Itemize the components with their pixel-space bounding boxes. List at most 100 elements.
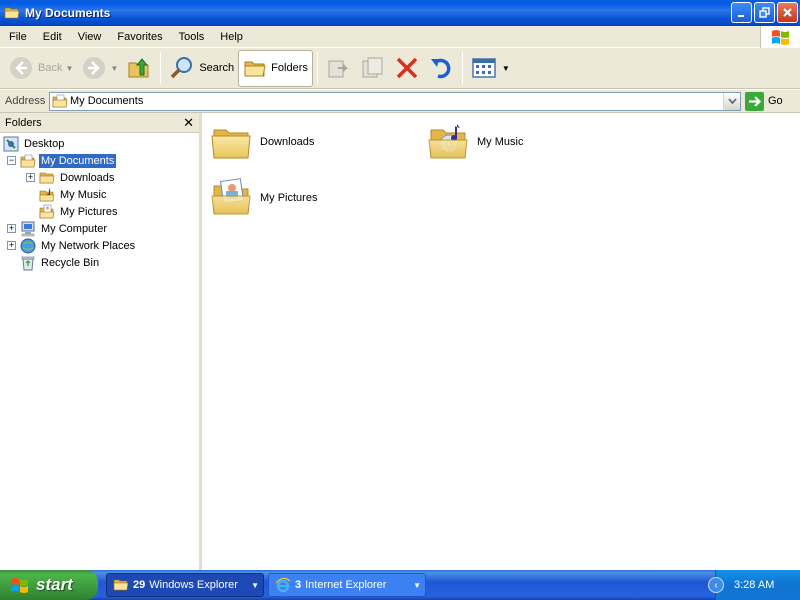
task-count: 3 bbox=[295, 579, 302, 591]
tree-item-recycle-bin[interactable]: Recycle Bin bbox=[20, 254, 101, 271]
windows-logo bbox=[760, 26, 800, 48]
minimize-icon bbox=[738, 15, 744, 17]
address-label: Address bbox=[5, 95, 46, 107]
taskbar-button-windows-explorer[interactable]: 29 Windows Explorer ▼ bbox=[106, 573, 264, 597]
tree-item-my-music[interactable]: My Music bbox=[39, 186, 108, 203]
back-dropdown-icon[interactable]: ▼ bbox=[65, 64, 73, 73]
views-icon bbox=[472, 58, 496, 78]
clock[interactable]: 3:28 AM bbox=[734, 579, 774, 591]
menu-edit[interactable]: Edit bbox=[35, 26, 70, 48]
forward-arrow-icon bbox=[83, 57, 106, 79]
move-to-button[interactable] bbox=[322, 50, 356, 86]
menu-help[interactable]: Help bbox=[212, 26, 251, 48]
expand-icon[interactable]: + bbox=[7, 224, 16, 233]
folders-pane-title: Folders bbox=[5, 116, 42, 129]
go-button[interactable]: Go bbox=[745, 91, 783, 111]
menu-tools[interactable]: Tools bbox=[171, 26, 213, 48]
address-dropdown-button[interactable] bbox=[723, 92, 740, 110]
tree-item-my-computer[interactable]: + My Computer bbox=[7, 220, 109, 237]
close-pane-icon[interactable]: ✕ bbox=[183, 115, 194, 131]
tree-item-downloads[interactable]: + Downloads bbox=[26, 169, 116, 186]
up-folder-icon bbox=[128, 58, 149, 78]
minimize-button[interactable] bbox=[731, 2, 752, 23]
move-to-icon bbox=[328, 60, 349, 78]
windows-flag-icon bbox=[771, 30, 789, 45]
folders-button[interactable]: Folders bbox=[238, 49, 313, 87]
folder-icon bbox=[4, 7, 20, 19]
menu-view[interactable]: View bbox=[70, 26, 110, 48]
search-label: Search bbox=[199, 62, 235, 74]
task-count: 29 bbox=[133, 579, 146, 591]
views-dropdown-icon[interactable]: ▼ bbox=[502, 64, 510, 73]
desktop-icon bbox=[3, 136, 19, 151]
task-label: Windows Explorer bbox=[149, 579, 238, 591]
taskbar-button-internet-explorer[interactable]: 3 Internet Explorer ▼ bbox=[268, 573, 426, 597]
undo-icon bbox=[430, 58, 451, 79]
address-input[interactable]: My Documents bbox=[49, 91, 741, 111]
copy-to-button[interactable] bbox=[356, 50, 390, 86]
address-value: My Documents bbox=[70, 95, 144, 107]
file-list-view[interactable]: Downloads My Music My Pictures bbox=[205, 113, 800, 570]
tree-item-label: Recycle Bin bbox=[41, 256, 100, 269]
restore-icon bbox=[759, 7, 770, 18]
folders-pane-header: Folders ✕ bbox=[0, 113, 199, 133]
tree-item-my-documents[interactable]: − My Documents bbox=[7, 152, 117, 169]
tree-item-label: My Music bbox=[60, 188, 107, 201]
title-bar[interactable]: My Documents bbox=[0, 0, 800, 26]
folder-icon bbox=[113, 579, 129, 591]
system-tray: ‹ 3:28 AM bbox=[708, 570, 800, 600]
collapse-icon[interactable]: − bbox=[7, 156, 16, 165]
forward-button[interactable]: ▼ bbox=[77, 50, 122, 86]
chevron-down-icon bbox=[727, 98, 737, 104]
menu-file[interactable]: File bbox=[0, 26, 35, 48]
restore-button[interactable] bbox=[754, 2, 775, 23]
address-bar: Address My Documents Go bbox=[0, 90, 800, 113]
forward-dropdown-icon[interactable]: ▼ bbox=[110, 64, 118, 73]
delete-button[interactable] bbox=[390, 50, 424, 86]
list-item-my-music[interactable]: My Music bbox=[427, 120, 523, 164]
folder-tree: Desktop − My Documents + Downloads My Mu… bbox=[0, 133, 199, 270]
list-item-downloads[interactable]: Downloads bbox=[210, 120, 314, 164]
computer-icon bbox=[21, 221, 35, 236]
back-button[interactable]: Back ▼ bbox=[4, 50, 77, 86]
window-title: My Documents bbox=[25, 6, 111, 20]
group-dropdown-icon: ▼ bbox=[413, 580, 421, 590]
views-button[interactable]: ▼ bbox=[467, 50, 514, 86]
start-label: start bbox=[36, 575, 73, 594]
windows-flag-icon bbox=[11, 578, 28, 593]
start-button[interactable]: start bbox=[0, 570, 98, 600]
expand-icon[interactable]: + bbox=[26, 173, 35, 182]
tree-item-label: My Pictures bbox=[60, 205, 118, 218]
up-folder-button[interactable] bbox=[122, 50, 156, 86]
folder-icon bbox=[210, 120, 254, 164]
pictures-folder-icon bbox=[39, 204, 55, 218]
task-label: Internet Explorer bbox=[305, 579, 387, 591]
taskbar: start 29 Windows Explorer ▼ 3 Internet E… bbox=[0, 570, 800, 600]
folders-label: Folders bbox=[271, 62, 308, 74]
list-item-my-pictures[interactable]: My Pictures bbox=[210, 176, 317, 220]
undo-button[interactable] bbox=[424, 50, 458, 86]
tree-item-label: My Computer bbox=[41, 222, 108, 235]
close-button[interactable] bbox=[777, 2, 798, 23]
toolbar-separator bbox=[316, 52, 318, 84]
back-arrow-icon bbox=[10, 57, 32, 79]
show-hidden-icons-button[interactable]: ‹ bbox=[708, 577, 724, 593]
tree-item-label: My Network Places bbox=[41, 239, 136, 252]
expand-icon[interactable]: + bbox=[7, 241, 16, 250]
item-label: My Pictures bbox=[260, 192, 318, 204]
close-icon bbox=[783, 8, 792, 17]
tree-item-label: My Documents bbox=[39, 153, 117, 168]
item-label: My Music bbox=[477, 136, 524, 148]
tree-item-label: Downloads bbox=[60, 171, 115, 184]
search-button[interactable]: Search bbox=[165, 50, 238, 86]
folder-icon bbox=[39, 172, 55, 183]
tree-item-my-pictures[interactable]: My Pictures bbox=[39, 203, 119, 220]
tree-item-my-network-places[interactable]: + My Network Places bbox=[7, 237, 137, 254]
back-label: Back bbox=[38, 62, 63, 74]
music-folder-icon bbox=[427, 120, 471, 164]
my-documents-icon bbox=[20, 154, 36, 167]
tree-item-desktop[interactable]: Desktop bbox=[3, 135, 66, 152]
toolbar: Back ▼ ▼ Search Folders ▼ bbox=[0, 48, 800, 89]
toolbar-separator bbox=[160, 52, 162, 84]
menu-favorites[interactable]: Favorites bbox=[109, 26, 170, 48]
